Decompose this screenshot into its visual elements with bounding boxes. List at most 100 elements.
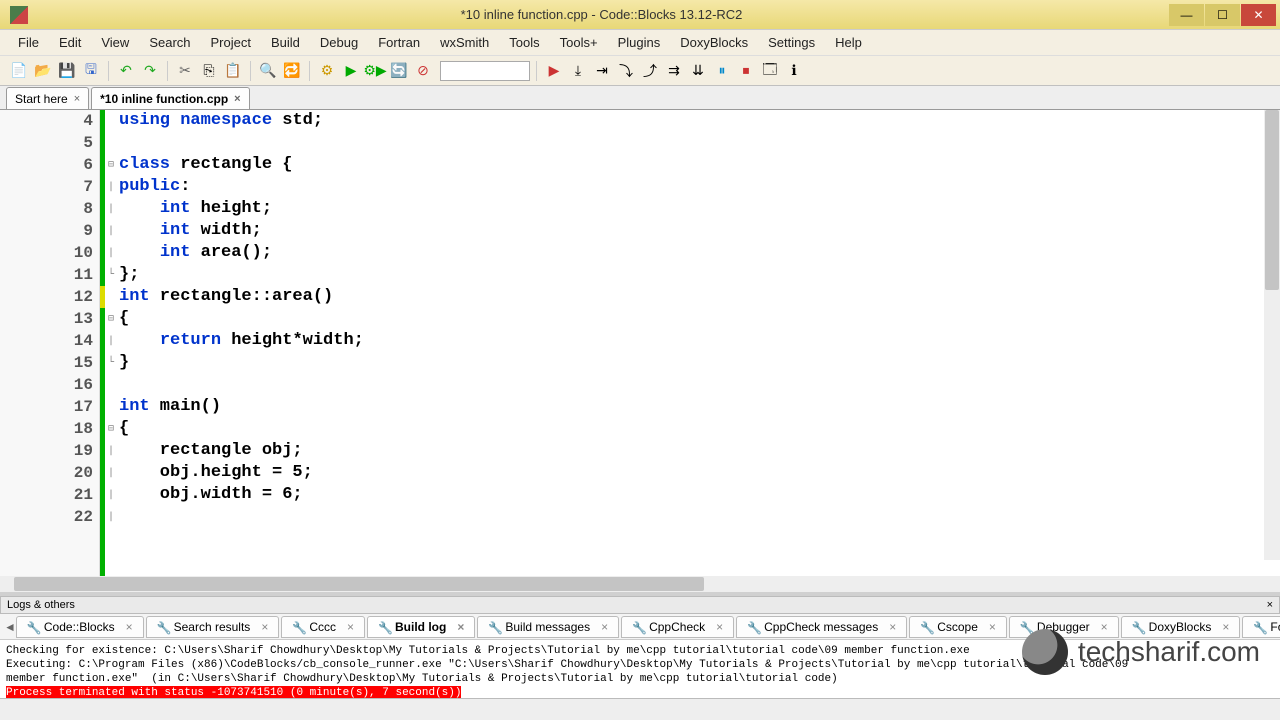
log-tab-close-icon[interactable]: × — [457, 620, 464, 634]
maximize-button[interactable]: ☐ — [1205, 4, 1240, 26]
log-tab-icon: 🔧 — [488, 621, 500, 633]
save-all-button[interactable]: 🖫 — [80, 60, 102, 82]
minimize-button[interactable]: — — [1169, 4, 1204, 26]
menu-build[interactable]: Build — [261, 32, 310, 53]
debug-windows-button[interactable]: 🗔 — [759, 60, 781, 82]
menu-view[interactable]: View — [91, 32, 139, 53]
log-tab-cscope[interactable]: 🔧 Cscope × — [909, 616, 1007, 638]
abort-button[interactable]: ⊘ — [412, 60, 434, 82]
logs-panel-header[interactable]: Logs & others × — [0, 596, 1280, 614]
open-file-button[interactable]: 📂 — [32, 60, 54, 82]
log-tab-buildmessages[interactable]: 🔧 Build messages × — [477, 616, 619, 638]
menu-tools[interactable]: Tools — [499, 32, 549, 53]
file-tab[interactable]: Start here× — [6, 87, 89, 109]
editor-tab-strip: Start here× *10 inline function.cpp × — [0, 86, 1280, 110]
save-button[interactable]: 💾 — [56, 60, 78, 82]
file-tab[interactable]: *10 inline function.cpp × — [91, 87, 249, 109]
step-into-button[interactable]: ⤵ — [615, 60, 637, 82]
undo-button[interactable]: ↶ — [115, 60, 137, 82]
next-line-button[interactable]: ⇥ — [591, 60, 613, 82]
file-tab-label: *10 inline function.cpp — [100, 92, 228, 106]
step-instr-button[interactable]: ⇊ — [687, 60, 709, 82]
log-tab-close-icon[interactable]: × — [716, 620, 723, 634]
log-tab-close-icon[interactable]: × — [126, 620, 133, 634]
log-tab-buildlog[interactable]: 🔧Build log× — [367, 616, 475, 638]
menu-bar: FileEditViewSearchProjectBuildDebugFortr… — [0, 30, 1280, 56]
log-tab-close-icon[interactable]: × — [989, 620, 996, 634]
title-bar: *10 inline function.cpp - Code::Blocks 1… — [0, 0, 1280, 30]
menu-help[interactable]: Help — [825, 32, 872, 53]
menu-edit[interactable]: Edit — [49, 32, 91, 53]
code-editor[interactable]: 45678910111213141516171819202122 ⊟||||└⊟… — [0, 110, 1280, 576]
log-tab-cppcheck[interactable]: 🔧CppCheck× — [621, 616, 734, 638]
menu-wxsmith[interactable]: wxSmith — [430, 32, 499, 53]
stop-debug-button[interactable]: ⏹ — [735, 60, 757, 82]
log-tab-icon: 🔧 — [292, 621, 304, 633]
redo-button[interactable]: ↷ — [139, 60, 161, 82]
build-target-combo[interactable] — [440, 61, 530, 81]
replace-button[interactable]: 🔁 — [281, 60, 303, 82]
log-tab-cccc[interactable]: 🔧 Cccc × — [281, 616, 365, 638]
log-tab-label: Build log — [395, 620, 446, 634]
copy-button[interactable]: ⎘ — [198, 60, 220, 82]
paste-button[interactable]: 📋 — [222, 60, 244, 82]
menu-project[interactable]: Project — [201, 32, 261, 53]
fold-column[interactable]: ⊟||||└⊟|└⊟|||| — [105, 110, 117, 576]
info-button[interactable]: ℹ — [783, 60, 805, 82]
log-tab-close-icon[interactable]: × — [889, 620, 896, 634]
logs-panel-title: Logs & others — [7, 599, 75, 611]
menu-file[interactable]: File — [8, 32, 49, 53]
log-tab-label: Build messages — [505, 620, 590, 634]
break-button[interactable]: ⏸ — [711, 60, 733, 82]
menu-tools[interactable]: Tools+ — [550, 32, 608, 53]
main-toolbar: 📄 📂 💾 🖫 ↶ ↷ ✂ ⎘ 📋 🔍 🔁 ⚙ ▶ ⚙▶ 🔄 ⊘ ▶ ⤓ ⇥ ⤵… — [0, 56, 1280, 86]
app-icon — [10, 6, 28, 24]
log-tab-label: CppCheck messages — [764, 620, 878, 634]
menu-fortran[interactable]: Fortran — [368, 32, 430, 53]
run-button[interactable]: ▶ — [340, 60, 362, 82]
find-button[interactable]: 🔍 — [257, 60, 279, 82]
log-tab-icon: 🔧 — [747, 621, 759, 633]
log-tab-label: Search results — [174, 620, 251, 634]
next-instr-button[interactable]: ⇉ — [663, 60, 685, 82]
build-run-button[interactable]: ⚙▶ — [364, 60, 386, 82]
log-tab-icon: 🔧 — [632, 621, 644, 633]
tab-close-icon[interactable]: × — [74, 93, 80, 105]
window-title: *10 inline function.cpp - Code::Blocks 1… — [34, 7, 1169, 22]
menu-settings[interactable]: Settings — [758, 32, 825, 53]
menu-doxyblocks[interactable]: DoxyBlocks — [670, 32, 758, 53]
log-tab-close-icon[interactable]: × — [601, 620, 608, 634]
log-tab-close-icon[interactable]: × — [261, 620, 268, 634]
log-tab-label: Cscope — [937, 620, 978, 634]
tab-close-icon[interactable]: × — [234, 93, 240, 105]
code-content[interactable]: using namespace std;class rectangle {pub… — [117, 110, 1280, 576]
log-tab-icon: 🔧 — [920, 621, 932, 633]
horizontal-scrollbar[interactable] — [0, 576, 1280, 592]
log-tab-cppcheckmessages[interactable]: 🔧 CppCheck messages × — [736, 616, 907, 638]
log-tab-close-icon[interactable]: × — [347, 620, 354, 634]
run-to-cursor-button[interactable]: ⤓ — [567, 60, 589, 82]
menu-plugins[interactable]: Plugins — [608, 32, 671, 53]
close-button[interactable]: ✕ — [1241, 4, 1276, 26]
menu-debug[interactable]: Debug — [310, 32, 368, 53]
menu-search[interactable]: Search — [139, 32, 200, 53]
watermark-text: techsharif.com — [1078, 636, 1260, 668]
log-tab-searchresults[interactable]: 🔧 Search results × — [146, 616, 280, 638]
log-tab-codeblocks[interactable]: 🔧Code::Blocks× — [16, 616, 144, 638]
build-log-error-line: Process terminated with status -10737415… — [6, 686, 461, 698]
step-out-button[interactable]: ⤴ — [639, 60, 661, 82]
log-tab-label: For — [1270, 620, 1280, 634]
log-tab-icon: 🔧 — [157, 621, 169, 633]
build-button[interactable]: ⚙ — [316, 60, 338, 82]
new-file-button[interactable]: 📄 — [8, 60, 30, 82]
line-number-gutter: 45678910111213141516171819202122 — [0, 110, 100, 576]
window-controls: — ☐ ✕ — [1169, 4, 1276, 26]
debug-run-button[interactable]: ▶ — [543, 60, 565, 82]
cut-button[interactable]: ✂ — [174, 60, 196, 82]
rebuild-button[interactable]: 🔄 — [388, 60, 410, 82]
logs-panel-close-icon[interactable]: × — [1267, 599, 1273, 611]
vertical-scrollbar[interactable] — [1264, 110, 1280, 560]
log-tabs-scroll-left[interactable]: ◄ — [4, 620, 16, 634]
log-tab-label: Cccc — [309, 620, 336, 634]
status-bar — [0, 698, 1280, 720]
